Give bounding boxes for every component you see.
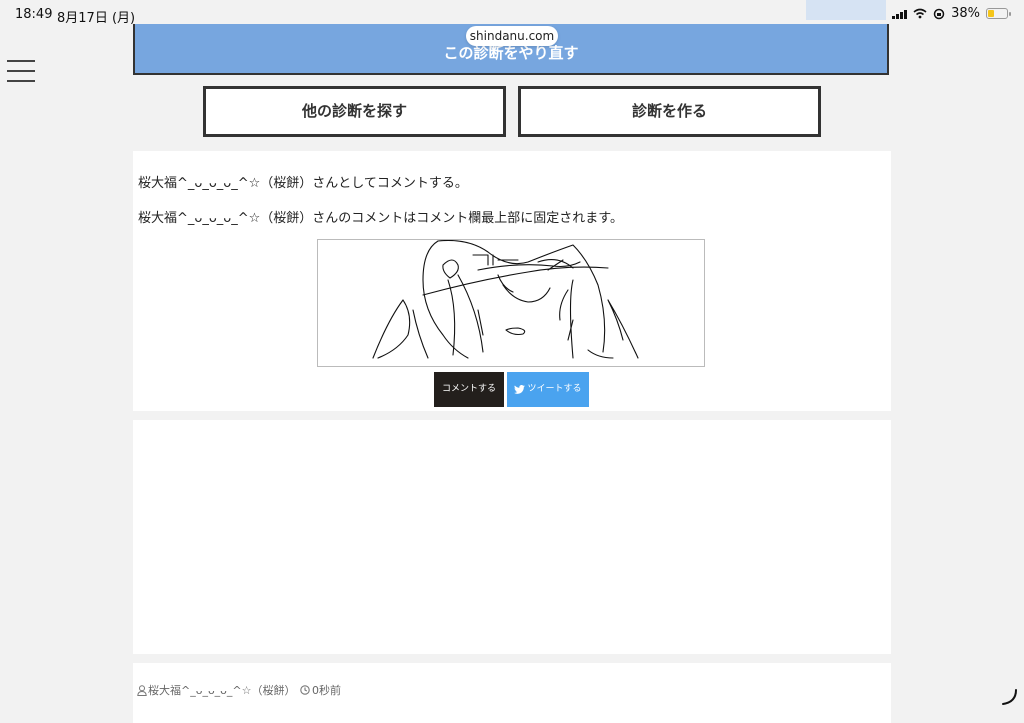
pinned-note-text: 桜大福^_ᴗ_ᴗ_ᴗ_^☆（桜餅）さんのコメントはコメント欄最上部に固定されます… bbox=[138, 211, 624, 226]
url-bar[interactable]: shindanu.com bbox=[466, 26, 558, 46]
status-time: 18:49 bbox=[15, 7, 53, 22]
comment-time-text: 0秒前 bbox=[312, 684, 341, 697]
rotation-lock-icon bbox=[933, 8, 945, 19]
comment-author: 桜大福^_ᴗ_ᴗ_ᴗ_^☆（桜餅） bbox=[137, 682, 295, 698]
status-date: 8月17日 (月) bbox=[57, 11, 136, 26]
tweet-button-label: ツイートする bbox=[527, 384, 582, 394]
battery-level bbox=[988, 10, 995, 17]
top-partial-button[interactable] bbox=[806, 0, 886, 20]
loading-spinner-icon bbox=[1002, 689, 1017, 705]
user-icon bbox=[137, 684, 147, 696]
hamburger-icon[interactable] bbox=[7, 60, 35, 82]
status-indicators: 38% bbox=[892, 6, 1011, 21]
battery-icon bbox=[986, 8, 1011, 19]
bird-icon bbox=[514, 385, 526, 394]
comment-as-text: 桜大福^_ᴗ_ᴗ_ᴗ_^☆（桜餅）さんとしてコメントする。 bbox=[138, 176, 468, 191]
clock-icon bbox=[300, 685, 310, 695]
signal-icon bbox=[892, 9, 908, 19]
comment-submit-button[interactable]: コメントする bbox=[434, 372, 504, 407]
find-other-diagnosis-button[interactable]: 他の診断を探す bbox=[203, 86, 506, 137]
wifi-icon bbox=[913, 8, 927, 19]
comment-author-name[interactable]: 桜大福^_ᴗ_ᴗ_ᴗ_^☆（桜餅） bbox=[148, 682, 295, 698]
create-diagnosis-button[interactable]: 診断を作る bbox=[518, 86, 821, 137]
drawing-canvas[interactable] bbox=[317, 239, 705, 367]
comment-time: 0秒前 bbox=[300, 682, 341, 698]
tweet-button[interactable]: ツイートする bbox=[507, 372, 589, 407]
comment-form-card: 桜大福^_ᴗ_ᴗ_ᴗ_^☆（桜餅）さんとしてコメントする。 桜大福^_ᴗ_ᴗ_ᴗ… bbox=[133, 151, 891, 411]
blank-content-area bbox=[133, 420, 891, 654]
posted-comment-card: 桜大福^_ᴗ_ᴗ_ᴗ_^☆（桜餅） 0秒前 bbox=[133, 663, 891, 723]
battery-percent: 38% bbox=[951, 6, 980, 21]
sketch-drawing bbox=[372, 239, 639, 359]
